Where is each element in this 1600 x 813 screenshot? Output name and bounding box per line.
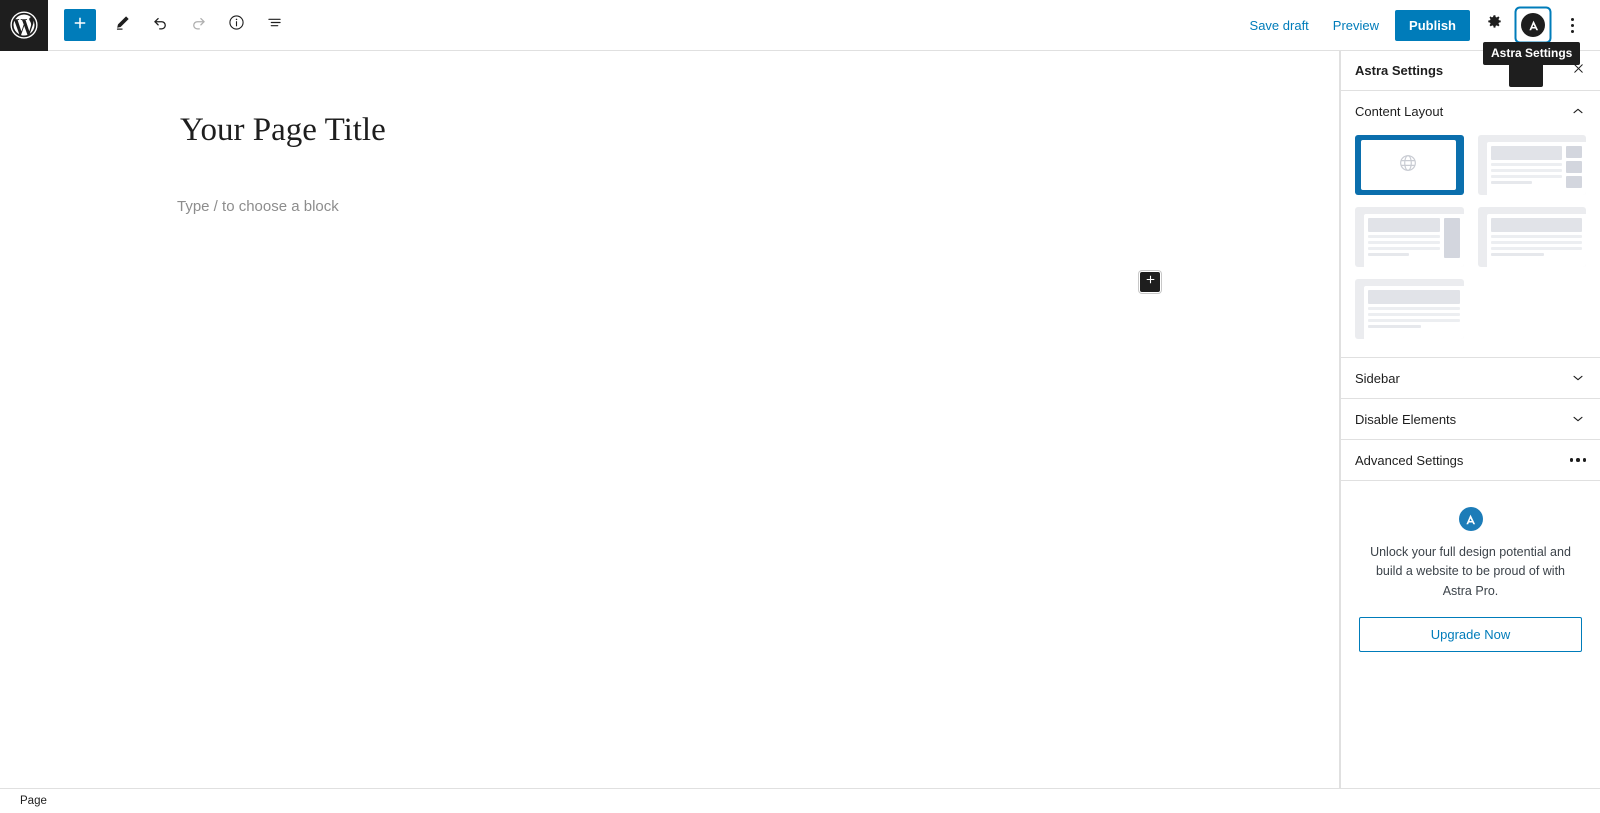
kebab-menu-icon: [1570, 17, 1574, 33]
panel-label: Disable Elements: [1355, 411, 1457, 427]
panel-label: Content Layout: [1355, 103, 1444, 119]
redo-button[interactable]: [182, 9, 214, 41]
chevron-down-icon: [1570, 411, 1586, 427]
panel-label: Advanced Settings: [1355, 452, 1464, 468]
settings-button[interactable]: [1478, 9, 1510, 41]
promo-logo: [1359, 507, 1582, 531]
toolbar-left-tools: [48, 9, 296, 41]
layout-preview: [1486, 214, 1586, 267]
promo-text: Unlock your full design potential and bu…: [1370, 545, 1571, 598]
wordpress-logo-icon: [9, 10, 39, 40]
panel-header-disable-elements[interactable]: Disable Elements: [1341, 399, 1600, 439]
layout-preview: [1364, 214, 1464, 267]
ellipsis-icon[interactable]: [1569, 458, 1586, 462]
edit-tool-button[interactable]: [106, 9, 138, 41]
plus-icon: [71, 14, 89, 37]
page-title[interactable]: Your Page Title: [180, 111, 1339, 151]
sidebar-title: Astra Settings: [1355, 63, 1444, 78]
layout-preview: [1364, 286, 1464, 339]
chevron-down-icon: [1570, 370, 1586, 386]
gutenberg-editor: Save draft Preview Publish Astra Setting…: [0, 0, 1600, 813]
layout-option-right-sidebar[interactable]: [1355, 207, 1464, 267]
layout-option-right-blocks[interactable]: [1477, 135, 1586, 195]
astra-logo-icon: [1521, 13, 1545, 37]
preview-button[interactable]: Preview: [1321, 12, 1391, 39]
tooltip-label: Astra Settings: [1483, 42, 1581, 65]
save-draft-button[interactable]: Save draft: [1238, 12, 1321, 39]
publish-button[interactable]: Publish: [1395, 9, 1470, 41]
editor-top-toolbar: Save draft Preview Publish Astra Setting…: [0, 0, 1600, 87]
astra-settings-button[interactable]: [1518, 10, 1548, 40]
document-type-label[interactable]: Page: [20, 795, 47, 807]
panel-label: Sidebar: [1355, 370, 1400, 386]
undo-button[interactable]: [144, 9, 176, 41]
layout-preview: [1361, 140, 1456, 190]
astra-logo-icon: [1458, 507, 1483, 531]
panel-disable-elements: Disable Elements: [1341, 399, 1600, 440]
astra-settings-tooltip: Astra Settings: [1483, 42, 1581, 87]
pencil-icon: [113, 13, 132, 37]
panel-content-layout: Content Layout: [1341, 91, 1600, 358]
layout-option-default[interactable]: [1355, 135, 1464, 195]
layout-preview: [1486, 142, 1586, 195]
block-placeholder[interactable]: Type / to choose a block: [177, 196, 1339, 219]
astra-pro-promo: Unlock your full design potential and bu…: [1341, 481, 1600, 672]
plus-icon: [1144, 273, 1157, 291]
globe-icon: [1397, 152, 1419, 179]
details-button[interactable]: [220, 9, 252, 41]
tooltip-notch: [1509, 65, 1543, 87]
wordpress-logo-button[interactable]: [0, 0, 48, 51]
inline-block-inserter-button[interactable]: [1140, 272, 1160, 292]
toolbar-right-actions: Save draft Preview Publish: [1238, 9, 1600, 41]
list-view-button[interactable]: [258, 9, 290, 41]
panel-header-sidebar[interactable]: Sidebar: [1341, 358, 1600, 398]
chevron-up-icon: [1570, 103, 1586, 119]
list-view-icon: [265, 13, 284, 37]
editor-footer: Page: [0, 788, 1600, 813]
content-layout-options: [1355, 135, 1586, 339]
editor-body: Your Page Title Type / to choose a block…: [0, 51, 1600, 788]
undo-arrow-icon: [151, 13, 170, 37]
panel-header-content-layout[interactable]: Content Layout: [1341, 91, 1600, 131]
gear-icon: [1485, 13, 1504, 37]
add-block-button[interactable]: [64, 9, 96, 41]
panel-body-content-layout: [1341, 131, 1600, 357]
editor-canvas[interactable]: Your Page Title Type / to choose a block: [0, 51, 1340, 788]
panel-sidebar: Sidebar: [1341, 358, 1600, 399]
panel-header-advanced-settings[interactable]: Advanced Settings: [1341, 440, 1600, 480]
layout-option-plain-offset[interactable]: [1477, 207, 1586, 267]
layout-option-plain-wide[interactable]: [1355, 279, 1464, 339]
more-options-button[interactable]: [1556, 9, 1588, 41]
redo-arrow-icon: [189, 13, 208, 37]
astra-settings-sidebar: Astra Settings Content Layout Sidebar Di…: [1340, 51, 1600, 788]
upgrade-now-button[interactable]: Upgrade Now: [1359, 617, 1582, 653]
post-content: Your Page Title Type / to choose a block: [0, 51, 1339, 218]
panel-advanced-settings: Advanced Settings: [1341, 440, 1600, 481]
info-circle-icon: [227, 13, 246, 37]
